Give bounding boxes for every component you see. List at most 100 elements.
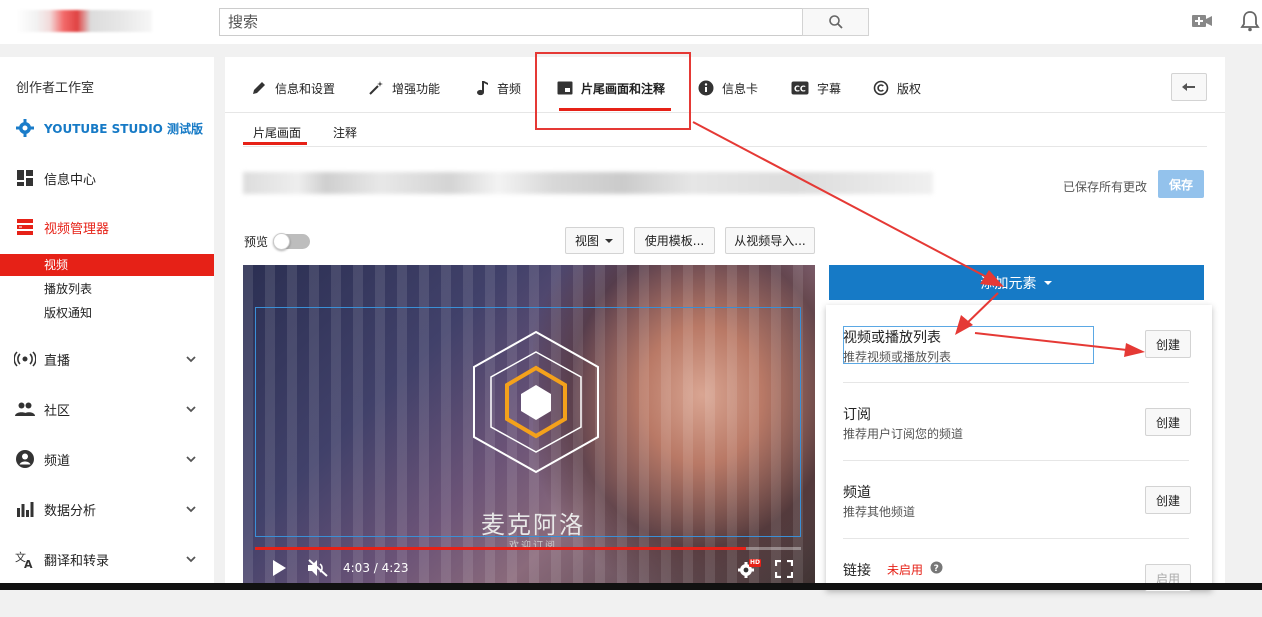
translate-icon: 文A [14,548,36,570]
sidebar-item-label: 信息中心 [44,172,97,188]
live-icon [14,348,36,370]
back-button[interactable] [1171,73,1207,101]
preview-toggle[interactable] [273,233,310,250]
tab-label: 字幕 [817,81,842,96]
back-arrow-icon [1182,83,1195,91]
tab-label: 信息和设置 [275,81,336,96]
subtab-annotations[interactable]: 注释 [333,124,357,141]
tab-info-settings[interactable]: 信息和设置 [251,75,335,101]
active-subtab-indicator [243,142,307,145]
menu-item-link: 链接 未启用 ? 启用 [843,539,1191,617]
sidebar-title: 创作者工作室 [0,77,214,96]
sidebar-sub-playlists[interactable]: 播放列表 [0,278,214,300]
copyright-icon [873,80,889,96]
use-template-button[interactable]: 使用模板... [634,227,715,254]
sidebar-item-analytics[interactable]: 数据分析 [0,498,214,520]
sidebar-item-translate[interactable]: 文A 翻译和转录 [0,548,214,570]
sidebar-item-label: 翻译和转录 [44,553,110,569]
svg-text:CC: CC [794,85,806,94]
add-element-button[interactable]: 添加元素 [829,265,1204,300]
view-dropdown[interactable]: 视图 [565,227,624,254]
menu-item-subscribe: 订阅 推荐用户订阅您的频道 创建 [843,383,1191,461]
add-element-label: 添加元素 [980,275,1037,292]
hd-badge: HD [750,559,761,566]
chevron-down-icon[interactable] [184,502,198,516]
create-button[interactable]: 创建 [1145,330,1191,358]
sidebar-sub-videos[interactable]: 视频 [0,254,214,276]
video-progress-bar[interactable] [255,547,801,550]
community-icon [14,398,36,420]
tab-audio[interactable]: 音频 [475,75,521,101]
video-camera-plus-icon[interactable] [1191,12,1213,30]
save-button[interactable]: 保存 [1158,170,1204,198]
chevron-down-icon[interactable] [184,552,198,566]
sidebar-item-label: 视频管理器 [44,221,110,237]
sidebar-sub-copyright[interactable]: 版权通知 [0,302,214,324]
menu-item-desc: 推荐用户订阅您的频道 [843,427,964,441]
editor-panel: 信息和设置 增强功能 音频 片尾画面和注释 信息卡 CC 字幕 版权 片尾画面 … [225,57,1225,592]
sidebar-item-label: 社区 [44,403,71,419]
annotation-highlight-box [535,52,691,130]
sidebar: 创作者工作室 YOUTUBE STUDIO 测试版 信息中心 视频管理器 视频 … [0,57,214,590]
menu-item-title: 频道 [843,485,871,501]
search-input[interactable]: 搜索 [219,8,803,36]
end-screen-safe-area [255,307,801,537]
video-preview[interactable]: 麦克阿洛 欢迎订阅 4:03 / 4:23 HD [243,265,815,590]
sidebar-item-video-manager[interactable]: 视频管理器 [0,216,214,238]
pencil-icon [253,82,265,94]
tab-label: 信息卡 [722,81,759,96]
menu-item-channel: 频道 推荐其他频道 创建 [843,461,1191,539]
gear-icon [14,117,36,139]
toggle-knob [273,233,290,250]
view-label: 视图 [574,234,599,248]
tab-label: 增强功能 [392,81,441,96]
menu-item-desc: 推荐视频或播放列表 [843,350,952,364]
sidebar-item-studio[interactable]: YOUTUBE STUDIO 测试版 [0,117,214,139]
video-manager-icon [14,216,36,238]
preview-label: 预览 [244,235,269,249]
tab-enhancements[interactable]: 增强功能 [368,75,440,101]
blurred-logo[interactable] [16,10,152,32]
sidebar-item-label: 频道 [44,453,71,469]
dashboard-icon [14,167,36,189]
video-progress-fill [255,547,747,550]
sidebar-item-community[interactable]: 社区 [0,398,214,420]
magic-wand-icon [369,81,383,95]
chevron-down-icon[interactable] [184,402,198,416]
menu-item-desc: 推荐其他频道 [843,505,916,519]
tab-subtitles[interactable]: CC 字幕 [791,75,841,101]
chevron-down-icon[interactable] [184,352,198,366]
fullscreen-icon[interactable] [775,560,793,578]
sidebar-title-text: 创作者工作室 [16,80,95,96]
sidebar-item-live[interactable]: 直播 [0,348,214,370]
bottom-edge [0,583,1262,590]
caret-down-icon [1043,280,1052,285]
import-from-video-button[interactable]: 从视频导入... [725,227,815,254]
blurred-video-title [243,172,933,194]
tab-label: 音频 [497,81,522,96]
subtab-end-screen[interactable]: 片尾画面 [253,124,301,141]
create-button[interactable]: 创建 [1145,486,1191,514]
sidebar-item-dashboard[interactable]: 信息中心 [0,167,214,189]
mute-icon[interactable] [307,559,329,577]
studio-label: YOUTUBE STUDIO 测试版 [44,121,204,136]
help-icon[interactable]: ? [930,561,943,574]
tab-info-cards[interactable]: 信息卡 [698,75,758,101]
tab-copyright[interactable]: 版权 [873,75,921,101]
caret-down-icon [605,238,613,243]
chevron-down-icon[interactable] [184,452,198,466]
menu-item-title: 链接 [843,563,871,579]
menu-item-title: 视频或播放列表 [843,330,941,346]
editor-tabs: 信息和设置 增强功能 音频 片尾画面和注释 信息卡 CC 字幕 版权 [225,57,1225,113]
info-icon [698,80,714,96]
music-note-icon [477,81,488,96]
sidebar-item-label: 直播 [44,353,71,369]
create-button[interactable]: 创建 [1145,408,1191,436]
play-icon[interactable] [271,559,287,577]
menu-item-video-playlist: 视频或播放列表 推荐视频或播放列表 创建 [843,305,1191,383]
search-button[interactable] [802,8,869,36]
cc-icon: CC [791,81,809,95]
bell-icon[interactable] [1240,10,1260,32]
svg-text:A: A [24,558,33,569]
sidebar-item-channel[interactable]: 频道 [0,448,214,470]
